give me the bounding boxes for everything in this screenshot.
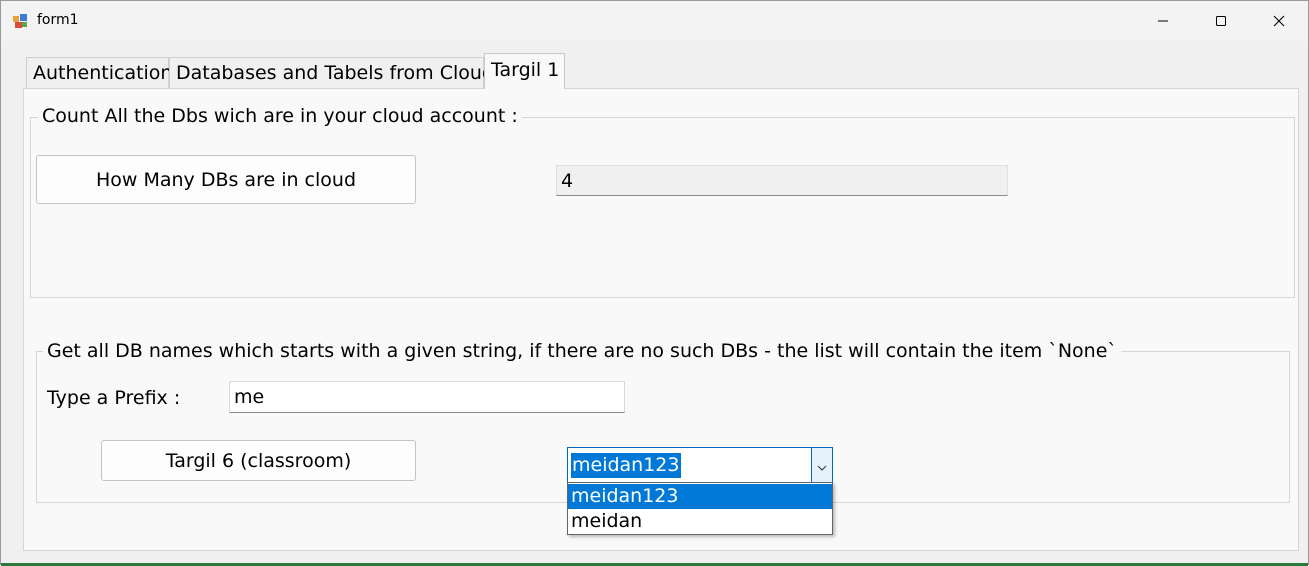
title-bar[interactable]: form1 <box>1 1 1308 41</box>
db-names-combobox[interactable]: meidan123 <box>567 447 833 483</box>
window-title: form1 <box>37 12 79 28</box>
how-many-dbs-button[interactable]: How Many DBs are in cloud <box>36 155 416 204</box>
combobox-dropdown-list: meidan123 meidan <box>567 482 833 535</box>
tab-label: Targil 1 <box>491 59 560 81</box>
close-icon <box>1273 15 1285 27</box>
dropdown-option[interactable]: meidan123 <box>568 484 832 509</box>
minimize-button[interactable] <box>1134 1 1192 41</box>
db-count-result-field: 4 <box>556 165 1008 196</box>
minimize-icon <box>1157 15 1169 27</box>
prefix-label: Type a Prefix : <box>47 387 181 409</box>
count-dbs-group-title: Count All the Dbs wich are in your cloud… <box>38 105 522 127</box>
tab-databases-and-tables[interactable]: Databases and Tabels from Cloud <box>169 57 494 88</box>
form-app-icon <box>12 13 28 29</box>
dropdown-option[interactable]: meidan <box>568 509 832 534</box>
count-dbs-groupbox <box>30 117 1295 298</box>
form-window: form1 Authentication Databases and Tabel… <box>0 0 1309 566</box>
tab-label: Authentication <box>33 62 173 84</box>
chevron-down-icon <box>817 456 827 475</box>
tab-targil-1[interactable]: Targil 1 <box>484 53 565 89</box>
maximize-button[interactable] <box>1192 1 1250 41</box>
tab-label: Databases and Tabels from Cloud <box>176 62 494 84</box>
targil-6-button[interactable]: Targil 6 (classroom) <box>101 440 416 481</box>
prefix-input[interactable]: me <box>229 381 625 413</box>
tab-authentication[interactable]: Authentication <box>26 57 173 88</box>
prefix-search-group-title: Get all DB names which starts with a giv… <box>43 340 1121 362</box>
combobox-dropdown-button[interactable] <box>811 448 832 482</box>
combobox-selected-value[interactable]: meidan123 <box>571 453 681 478</box>
maximize-icon <box>1215 15 1227 27</box>
close-button[interactable] <box>1250 1 1308 41</box>
